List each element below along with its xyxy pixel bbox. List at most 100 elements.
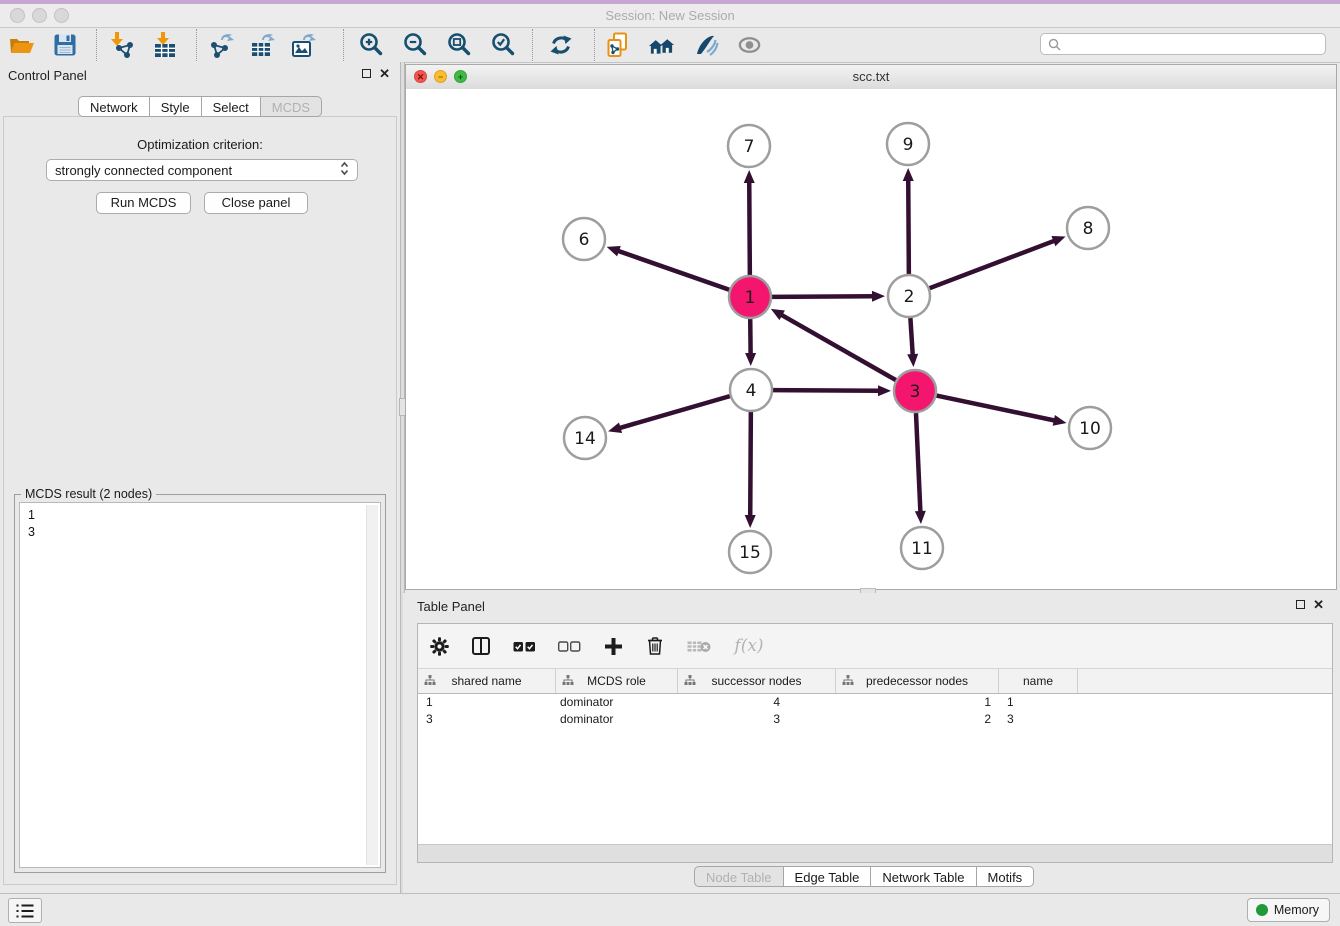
select-all-button[interactable] [512, 635, 537, 657]
dropdown-chevrons-icon [340, 161, 349, 179]
graph-node-label: 14 [574, 429, 596, 449]
table-cell[interactable]: 1 [418, 694, 556, 711]
table-settings-button[interactable] [428, 635, 450, 657]
tab-node-table[interactable]: Node Table [694, 866, 784, 887]
zoom-fit-button[interactable] [445, 32, 472, 59]
deselect-all-button[interactable] [557, 635, 582, 657]
zoom-fit-icon [446, 32, 472, 58]
table-cell[interactable]: 3 [678, 711, 836, 728]
graph-edge-2-8[interactable] [930, 240, 1056, 288]
criterion-dropdown[interactable]: strongly connected component [46, 159, 358, 181]
graph-edge-arrow [907, 354, 918, 367]
graph-edge-2-9[interactable] [908, 179, 909, 274]
import-network-button[interactable] [108, 32, 135, 59]
toolbar-separator [594, 29, 595, 61]
graph-edge-4-15[interactable] [750, 412, 751, 517]
float-table-panel-button[interactable] [1296, 600, 1305, 609]
export-table-button[interactable] [249, 32, 276, 59]
home-icon [648, 32, 675, 58]
float-panel-button[interactable] [362, 69, 371, 78]
graph-edge-1-2[interactable] [772, 296, 874, 297]
zoom-in-button[interactable] [357, 32, 384, 59]
column-header-successor-nodes[interactable]: successor nodes [678, 669, 836, 693]
home-button[interactable] [648, 32, 675, 59]
graph-node-label: 3 [910, 382, 921, 402]
memory-button[interactable]: Memory [1247, 898, 1330, 922]
import-table-button[interactable] [151, 32, 178, 59]
control-panel-title: Control Panel [8, 68, 87, 83]
table-cell[interactable]: 1 [999, 694, 1078, 711]
table-cell[interactable]: 3 [999, 711, 1078, 728]
graph-edge-2-3[interactable] [910, 318, 912, 356]
column-header-shared-name[interactable]: shared name [418, 669, 556, 693]
result-scrollbar[interactable] [366, 505, 378, 865]
network-title: scc.txt [406, 69, 1336, 84]
graph-edge-arrow [903, 168, 914, 181]
show-columns-button[interactable] [470, 635, 492, 657]
close-panel-button-mcds[interactable]: Close panel [204, 192, 308, 214]
table-cell[interactable]: 2 [836, 711, 999, 728]
column-header-predecessor-nodes[interactable]: predecessor nodes [836, 669, 999, 693]
table-hscrollbar[interactable] [418, 844, 1332, 862]
table-cell[interactable]: dominator [556, 694, 678, 711]
columns-icon [471, 636, 491, 656]
tab-style[interactable]: Style [150, 96, 202, 117]
table-row[interactable]: 1dominator411 [418, 694, 1332, 711]
table-cell[interactable]: 3 [418, 711, 556, 728]
open-session-button[interactable] [8, 32, 35, 59]
refresh-button[interactable] [547, 32, 574, 59]
copy-network-button[interactable] [604, 32, 631, 59]
mcds-result-area[interactable]: 1 3 [19, 502, 381, 868]
table-cell[interactable]: dominator [556, 711, 678, 728]
tab-motifs[interactable]: Motifs [977, 866, 1035, 887]
tab-edge-table[interactable]: Edge Table [784, 866, 872, 887]
search-icon [1048, 38, 1061, 51]
run-mcds-button[interactable]: Run MCDS [96, 192, 191, 214]
delete-row-button[interactable] [644, 635, 666, 657]
close-panel-button[interactable]: ✕ [379, 68, 390, 79]
search-input[interactable] [1066, 36, 1325, 52]
export-image-button[interactable] [290, 32, 317, 59]
table-cell[interactable]: 1 [836, 694, 999, 711]
zoom-selected-button[interactable] [489, 32, 516, 59]
table-tabs: Node Table Edge Table Network Table Moti… [694, 866, 1034, 887]
save-session-button[interactable] [51, 32, 78, 59]
graph-edge-arrow [745, 515, 756, 528]
graph-edge-3-1[interactable] [780, 314, 895, 380]
graph-edge-arrow [1053, 415, 1067, 426]
copy-network-icon [605, 32, 631, 58]
tab-network-table[interactable]: Network Table [871, 866, 976, 887]
tab-select[interactable]: Select [202, 96, 261, 117]
export-image-icon [291, 32, 317, 58]
mcds-panel: Optimization criterion: strongly connect… [3, 116, 397, 885]
memory-label: Memory [1274, 903, 1319, 917]
style-brush-icon [693, 32, 719, 58]
graph-edge-4-3[interactable] [773, 390, 880, 391]
graph-edge-1-7[interactable] [749, 181, 750, 275]
column-header-MCDS-role[interactable]: MCDS role [556, 669, 678, 693]
zoom-out-button[interactable] [401, 32, 428, 59]
network-canvas[interactable]: 7968124314101511 [406, 89, 1336, 589]
task-history-button[interactable] [8, 898, 42, 923]
add-row-button[interactable] [602, 635, 624, 657]
zoom-in-icon [358, 32, 384, 58]
search-field[interactable] [1040, 33, 1326, 55]
graph-edge-3-10[interactable] [937, 396, 1056, 421]
export-network-button[interactable] [208, 32, 235, 59]
tab-mcds[interactable]: MCDS [261, 96, 322, 117]
show-graphics-button[interactable] [736, 32, 763, 59]
graph-edge-arrow [744, 170, 755, 183]
column-header-name[interactable]: name [999, 669, 1078, 693]
graph-edge-1-6[interactable] [617, 251, 729, 290]
graph-node-label: 15 [739, 543, 761, 563]
list-icon [15, 903, 35, 919]
table-cell[interactable]: 4 [678, 694, 836, 711]
mcds-result-text: 1 3 [20, 503, 380, 545]
style-button[interactable] [692, 32, 719, 59]
main-toolbar [0, 28, 1340, 63]
table-row[interactable]: 3dominator323 [418, 711, 1332, 728]
tab-network[interactable]: Network [78, 96, 150, 117]
graph-edge-3-11[interactable] [916, 413, 920, 513]
close-table-panel-button[interactable]: ✕ [1313, 599, 1324, 610]
graph-edge-4-14[interactable] [619, 396, 730, 428]
